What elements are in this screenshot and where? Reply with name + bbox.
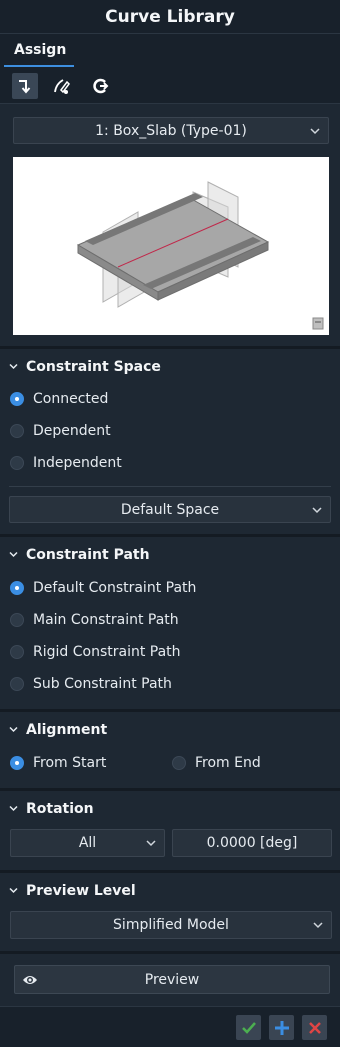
rotation-angle-input[interactable]: 0.0000 [deg] <box>172 829 332 857</box>
curve-arrow-button[interactable] <box>12 73 38 99</box>
space-select[interactable]: Default Space <box>9 496 331 523</box>
alignment-header[interactable]: Alignment <box>0 716 340 744</box>
chevron-down-icon <box>9 805 18 812</box>
model-select-value: 1: Box_Slab (Type-01) <box>95 122 247 139</box>
chevron-down-icon <box>9 726 18 733</box>
pen-curve-icon <box>54 79 70 94</box>
rotation-axis-select[interactable]: All <box>10 829 165 857</box>
radio-dot <box>10 756 24 770</box>
radio-label: From End <box>195 755 261 771</box>
preview-button-label: Preview <box>144 971 200 988</box>
preview-level-select[interactable]: Simplified Model <box>10 911 332 939</box>
radio-dot <box>172 756 186 770</box>
plus-icon <box>274 1020 289 1035</box>
radio-from-end[interactable]: From End <box>172 752 261 774</box>
space-select-value: Default Space <box>120 501 220 518</box>
constraint-path-header[interactable]: Constraint Path <box>0 541 340 569</box>
close-icon <box>308 1021 321 1034</box>
section-separator <box>0 346 340 349</box>
checkmark-icon <box>241 1021 256 1034</box>
radio-label: From Start <box>33 755 107 771</box>
toolbar <box>0 68 340 104</box>
radio-label: Main Constraint Path <box>33 612 179 628</box>
chevron-down-icon <box>312 506 322 513</box>
section-separator <box>0 534 340 537</box>
confirm-button[interactable] <box>236 1015 261 1040</box>
radio-label: Default Constraint Path <box>33 580 197 596</box>
chevron-down-icon <box>9 887 18 894</box>
radio-connected[interactable]: Connected <box>10 388 108 410</box>
section-separator <box>0 788 340 791</box>
divider <box>9 486 331 487</box>
radio-main-constraint-path[interactable]: Main Constraint Path <box>10 609 179 631</box>
tab-assign[interactable]: Assign <box>8 42 72 63</box>
chevron-down-icon <box>146 840 156 847</box>
cancel-button[interactable] <box>302 1015 327 1040</box>
tab-bar: Assign <box>0 34 340 68</box>
radio-label: Sub Constraint Path <box>33 676 172 692</box>
radio-sub-constraint-path[interactable]: Sub Constraint Path <box>10 673 172 695</box>
section-separator <box>0 709 340 712</box>
curve-arrow-icon <box>19 80 31 94</box>
chevron-down-icon <box>310 127 320 134</box>
radio-dot <box>10 392 24 406</box>
radio-label: Independent <box>33 455 122 471</box>
radio-label: Rigid Constraint Path <box>33 644 181 660</box>
cycle-icon <box>93 78 109 94</box>
pen-curve-button[interactable] <box>49 73 75 99</box>
preview-button[interactable]: Preview <box>14 965 330 994</box>
model-preview-image <box>13 157 329 335</box>
constraint-path-title: Constraint Path <box>26 547 150 563</box>
footer-actions <box>0 1006 340 1047</box>
constraint-space-header[interactable]: Constraint Space <box>0 353 340 381</box>
radio-dot <box>10 677 24 691</box>
radio-independent[interactable]: Independent <box>10 452 122 474</box>
rotation-axis-value: All <box>78 835 97 851</box>
add-button[interactable] <box>269 1015 294 1040</box>
radio-dot <box>10 645 24 659</box>
radio-label: Dependent <box>33 423 111 439</box>
preview-level-header[interactable]: Preview Level <box>0 877 340 905</box>
rotation-header[interactable]: Rotation <box>0 795 340 823</box>
chevron-down-icon <box>9 363 18 370</box>
active-tab-indicator <box>4 65 74 67</box>
radio-from-start[interactable]: From Start <box>10 752 106 774</box>
model-select[interactable]: 1: Box_Slab (Type-01) <box>13 117 329 144</box>
rotation-title: Rotation <box>26 801 94 817</box>
radio-rigid-constraint-path[interactable]: Rigid Constraint Path <box>10 641 181 663</box>
preview-level-value: Simplified Model <box>113 917 229 933</box>
radio-dot <box>10 581 24 595</box>
section-separator <box>0 870 340 873</box>
cycle-button[interactable] <box>87 73 113 99</box>
constraint-space-title: Constraint Space <box>26 359 161 375</box>
chevron-down-icon <box>9 551 18 558</box>
radio-label: Connected <box>33 391 109 407</box>
eye-icon <box>23 976 37 984</box>
window-title: Curve Library <box>0 0 340 34</box>
preview-level-title: Preview Level <box>26 883 136 899</box>
radio-dependent[interactable]: Dependent <box>10 420 111 442</box>
radio-dot <box>10 424 24 438</box>
chevron-down-icon <box>313 922 323 929</box>
section-separator <box>0 951 340 954</box>
alignment-title: Alignment <box>26 722 108 738</box>
radio-dot <box>10 613 24 627</box>
radio-dot <box>10 456 24 470</box>
radio-default-constraint-path[interactable]: Default Constraint Path <box>10 577 196 599</box>
